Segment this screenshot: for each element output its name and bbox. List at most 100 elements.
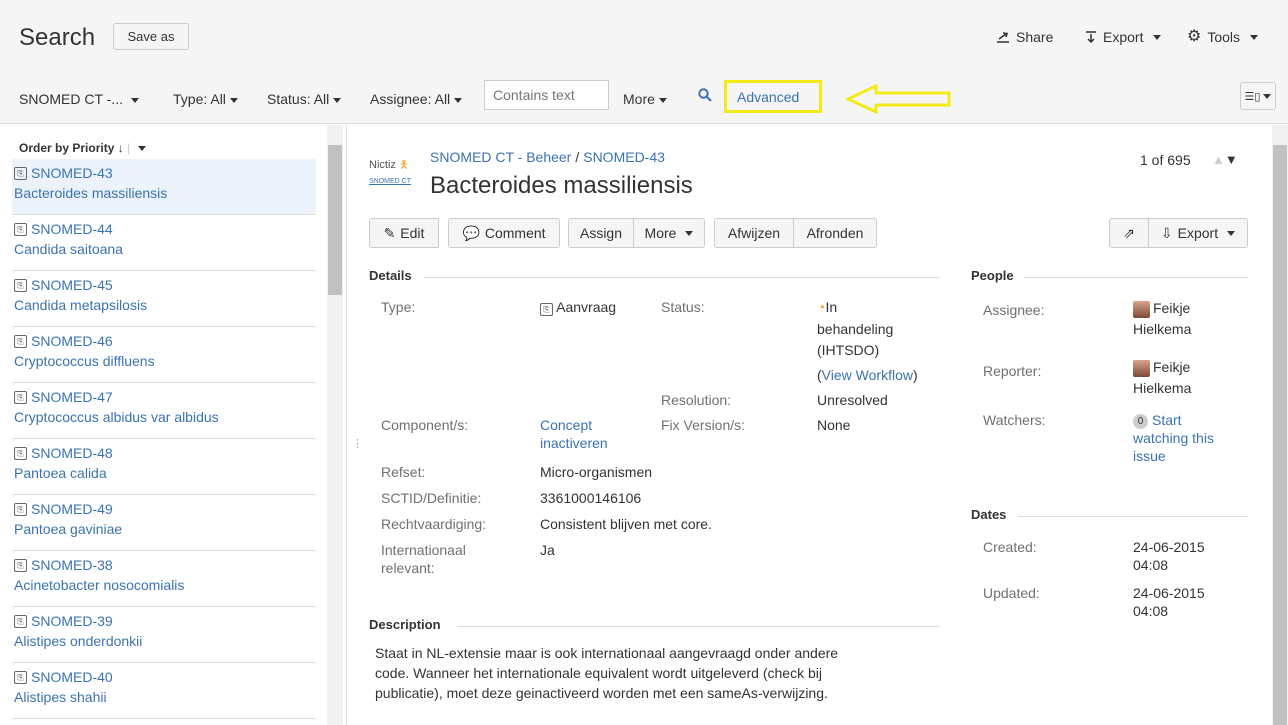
more-actions-button[interactable]: More [633, 218, 705, 248]
tools-menu-button[interactable]: ⚙ Tools [1187, 28, 1259, 45]
list-item[interactable]: ⎘ SNOMED-48 Pantoea calida [12, 439, 316, 495]
watch-line1: Start [1152, 412, 1182, 428]
more-filters-label: More [623, 91, 655, 107]
list-item[interactable]: ⎘ SNOMED-47 Cryptococcus albidus var albid… [12, 383, 316, 439]
resolution-value: Unresolved [817, 392, 888, 408]
list-item-key[interactable]: ⎘ SNOMED-49 [14, 501, 316, 517]
watchers-count-badge: 0 [1133, 413, 1148, 429]
issue-type-icon: ⎘ [14, 222, 27, 236]
updated-value: 24-06-2015 04:08 [1133, 584, 1205, 620]
description-line2: code. Wanneer het internationale equival… [375, 665, 822, 681]
list-item-summary[interactable]: Alistipes shahii [14, 689, 316, 705]
afronden-button[interactable]: Afronden [793, 218, 877, 248]
layout-switcher-button[interactable]: ☰▯ [1240, 82, 1276, 110]
list-item-key[interactable]: ⎘ SNOMED-48 [14, 445, 316, 461]
export-issue-button[interactable]: ⇩ Export [1148, 218, 1248, 248]
start-watching-link[interactable]: 0 Start watching this issue [1133, 411, 1214, 465]
order-by-control[interactable]: Order by Priority ↓ | [19, 141, 146, 155]
list-item-key[interactable]: ⎘ SNOMED-43 [14, 165, 316, 181]
list-item-summary[interactable]: Cryptococcus diffluens [14, 353, 316, 369]
project-logo: Nictiz 🯅 SNOMED CT [369, 159, 411, 185]
type-filter[interactable]: Type: All [173, 91, 238, 107]
list-scrollbar[interactable] [327, 125, 343, 725]
status-filter[interactable]: Status: All [267, 91, 342, 107]
list-item-key[interactable]: ⎘ SNOMED-47 [14, 389, 316, 405]
internationaal-label: Internationaal relevant: [381, 541, 466, 577]
component-line2: inactiveren [540, 435, 608, 451]
edit-label: Edit [400, 225, 425, 241]
pencil-icon: ✎ [383, 224, 396, 241]
view-workflow-link[interactable]: (View Workflow) [817, 366, 918, 384]
list-item-summary[interactable]: Pantoea calida [14, 465, 316, 481]
list-item-summary[interactable]: Candida metapsilosis [14, 297, 316, 313]
chevron-down-icon [1250, 34, 1259, 40]
list-item-summary[interactable]: Pantoea gaviniae [14, 521, 316, 537]
list-scrollbar-thumb[interactable] [328, 145, 342, 295]
save-as-button[interactable]: Save as [113, 23, 189, 50]
list-item[interactable]: ⎘ SNOMED-39 Alistipes onderdonkii [12, 607, 316, 663]
list-item-key[interactable]: ⎘ SNOMED-45 [14, 277, 316, 293]
list-item-key[interactable]: ⎘ SNOMED-40 [14, 669, 316, 685]
detail-scrollbar[interactable] [1272, 125, 1288, 725]
list-item-summary[interactable]: Bacteroides massiliensis [14, 185, 316, 201]
afwijzen-button[interactable]: Afwijzen [714, 218, 794, 248]
fixversion-label: Fix Version/s: [661, 417, 746, 433]
advanced-search-link[interactable]: Advanced [724, 80, 822, 113]
breadcrumb: SNOMED CT - Beheer / SNOMED-43 [430, 149, 665, 165]
list-item[interactable]: ⎘ SNOMED-43 Bacteroides massiliensis [12, 159, 316, 215]
updated-time: 04:08 [1133, 603, 1169, 619]
issue-key: SNOMED-45 [31, 277, 113, 293]
list-item[interactable]: ⎘ SNOMED-46 Cryptococcus diffluens [12, 327, 316, 383]
share-issue-button[interactable]: ⇗ [1109, 218, 1149, 248]
list-item[interactable]: ⎘ SNOMED-49 Pantoea gaviniae [12, 495, 316, 551]
issue-type-icon: ⎘ [14, 166, 27, 180]
share-button[interactable]: Share [996, 29, 1053, 45]
created-time: 04:08 [1133, 557, 1169, 573]
list-item-summary[interactable]: Acinetobacter nosocomialis [14, 577, 316, 593]
list-item-summary[interactable]: Cryptococcus albidus var albidus [14, 409, 316, 425]
chevron-down-icon[interactable] [137, 146, 146, 152]
list-item-summary[interactable]: Candida saitoana [14, 241, 316, 257]
pane-resize-handle[interactable]: ⋮ [352, 437, 363, 450]
list-item[interactable]: ⎘ SNOMED-38 Acinetobacter nosocomialis [12, 551, 316, 607]
pager-count: 1 of 695 [1140, 152, 1191, 168]
gear-icon: ⚙ [1187, 28, 1202, 45]
issue-list: Order by Priority ↓ | ⎘ SNOMED-43 Bacteroi… [0, 125, 316, 725]
edit-button[interactable]: ✎ Edit [369, 218, 439, 248]
project-filter[interactable]: SNOMED CT -... [19, 91, 139, 107]
list-item[interactable]: ⎘ SNOMED-40 Alistipes shahii [12, 663, 316, 719]
previous-issue-icon[interactable]: ▲ [1212, 152, 1225, 167]
page-title: Search [19, 24, 96, 51]
issue-key: SNOMED-43 [31, 165, 113, 181]
updated-label: Updated: [983, 585, 1040, 601]
detail-scrollbar-thumb[interactable] [1273, 145, 1287, 725]
tools-label: Tools [1207, 29, 1241, 45]
export-menu-button[interactable]: Export [1085, 29, 1162, 45]
list-item-key[interactable]: ⎘ SNOMED-39 [14, 613, 316, 629]
search-button[interactable] [698, 88, 712, 105]
list-item-key[interactable]: ⎘ SNOMED-44 [14, 221, 316, 237]
more-filters[interactable]: More [623, 91, 667, 107]
created-label: Created: [983, 539, 1037, 555]
description-line3: publicatie), moet deze geinactiveerd wor… [375, 685, 828, 701]
comment-button[interactable]: 💬 Comment [448, 218, 560, 248]
view-workflow-text[interactable]: View Workflow [822, 367, 913, 383]
component-link[interactable]: Concept inactiveren [540, 416, 608, 452]
list-item-key[interactable]: ⎘ SNOMED-38 [14, 557, 316, 573]
breadcrumb-project[interactable]: SNOMED CT - Beheer [430, 149, 571, 165]
chevron-down-icon [229, 97, 238, 103]
arrow-annotation-icon [846, 84, 951, 114]
list-item[interactable]: ⎘ SNOMED-45 Candida metapsilosis [12, 271, 316, 327]
sort-direction-icon[interactable]: ↓ [118, 141, 124, 155]
assignee-value[interactable]: Feikje Hielkema [1133, 298, 1191, 340]
assignee-filter[interactable]: Assignee: All [370, 91, 463, 107]
list-item-key[interactable]: ⎘ SNOMED-46 [14, 333, 316, 349]
breadcrumb-issue-key[interactable]: SNOMED-43 [583, 149, 665, 165]
reporter-value[interactable]: Feikje Hielkema [1133, 357, 1191, 399]
next-issue-icon[interactable]: ▼ [1225, 152, 1238, 167]
list-item[interactable]: ⎘ SNOMED-44 Candida saitoana [12, 215, 316, 271]
list-item-summary[interactable]: Alistipes onderdonkii [14, 633, 316, 649]
issue-key: SNOMED-44 [31, 221, 113, 237]
assign-button[interactable]: Assign [568, 218, 634, 248]
contains-text-input[interactable] [484, 80, 609, 110]
